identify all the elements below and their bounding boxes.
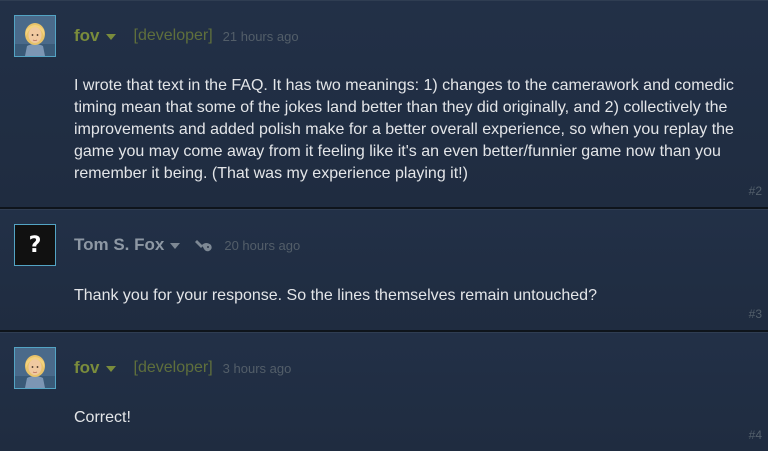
blonde-character-avatar-icon xyxy=(15,348,55,388)
comment-header: Tom S. Fox 20 hours ago xyxy=(74,234,300,256)
comment: fov [developer] 3 hours ago Correct! #4 xyxy=(0,332,768,451)
author-name[interactable]: fov xyxy=(74,358,100,378)
chevron-down-icon[interactable] xyxy=(170,243,181,249)
timestamp: 3 hours ago xyxy=(222,360,292,376)
blonde-character-avatar-icon xyxy=(15,16,55,56)
comment-text: Correct! xyxy=(74,409,131,426)
comment-number[interactable]: #2 xyxy=(749,184,762,198)
developer-badge: [developer] xyxy=(133,27,213,44)
timestamp: 21 hours ago xyxy=(222,28,299,44)
avatar-placeholder-text: ? xyxy=(28,232,42,258)
chevron-down-icon[interactable] xyxy=(105,366,116,372)
controller-icon xyxy=(194,237,214,253)
comment-text: Thank you for your response. So the line… xyxy=(74,287,597,304)
author-name[interactable]: Tom S. Fox xyxy=(74,235,164,255)
avatar[interactable] xyxy=(14,15,56,57)
comment: ? Tom S. Fox 20 hours ago Thank you for … xyxy=(0,209,768,330)
comment-header: fov [developer] 21 hours ago xyxy=(74,25,299,47)
author-name[interactable]: fov xyxy=(74,26,100,46)
avatar[interactable]: ? xyxy=(14,224,56,266)
comment-thread: fov [developer] 21 hours ago I wrote tha… xyxy=(0,0,768,451)
comment-number[interactable]: #3 xyxy=(749,307,762,321)
developer-badge: [developer] xyxy=(133,359,213,376)
timestamp: 20 hours ago xyxy=(224,237,301,253)
avatar[interactable] xyxy=(14,347,56,389)
chevron-down-icon[interactable] xyxy=(105,34,116,40)
comment: fov [developer] 21 hours ago I wrote tha… xyxy=(0,0,768,207)
comment-text: I wrote that text in the FAQ. It has two… xyxy=(74,77,734,182)
comment-number[interactable]: #4 xyxy=(749,428,762,442)
comment-header: fov [developer] 3 hours ago xyxy=(74,357,291,379)
